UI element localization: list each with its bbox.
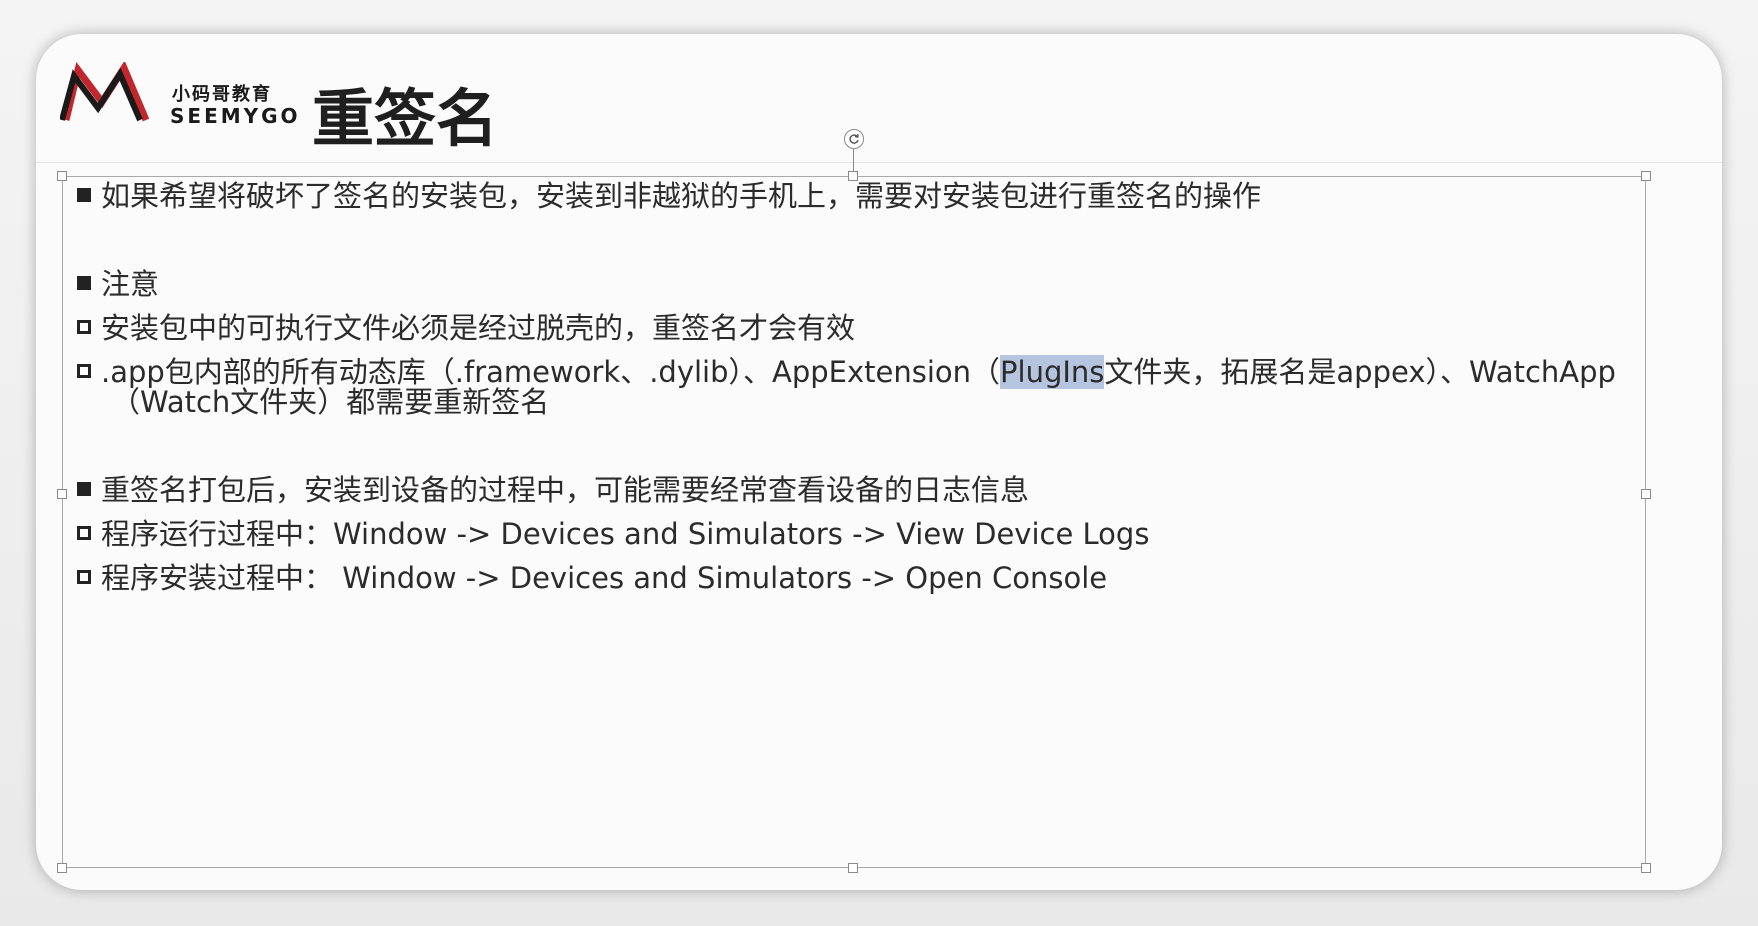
- hollow-square-bullet-icon: [77, 320, 91, 334]
- sub-bullet-text: 文件夹，拓展名是appex）、WatchApp: [1104, 355, 1616, 389]
- sub-bullet-item: 安装包中的可执行文件必须是经过脱壳的，重签名才会有效: [77, 311, 856, 345]
- bullet-item: 重签名打包后，安装到设备的过程中，可能需要经常查看设备的日志信息: [77, 473, 1030, 507]
- sub-bullet-text: 程序运行过程中：Window -> Devices and Simulators…: [101, 517, 1150, 551]
- resize-handle-bottom[interactable]: [848, 863, 858, 873]
- bullet-text: 重签名打包后，安装到设备的过程中，可能需要经常查看设备的日志信息: [101, 473, 1030, 507]
- slide: 小码哥教育 SEEMYGO 重签名 如果希望将破坏了签名的安装包，安装到非越狱的…: [36, 34, 1722, 890]
- slide-title: 重签名: [312, 82, 499, 155]
- selected-text-highlight[interactable]: PlugIns: [1000, 355, 1105, 389]
- filled-square-bullet-icon: [77, 188, 91, 202]
- hollow-square-bullet-icon: [77, 526, 91, 540]
- resize-handle-right[interactable]: [1641, 489, 1651, 499]
- resize-handle-bottom-right[interactable]: [1641, 863, 1651, 873]
- title-divider: [36, 162, 1722, 163]
- logo-mark-icon: [60, 62, 150, 122]
- bullet-item: 如果希望将破坏了签名的安装包，安装到非越狱的手机上，需要对安装包进行重签名的操作: [77, 179, 1262, 213]
- rotate-handle-icon[interactable]: [844, 129, 864, 149]
- filled-square-bullet-icon: [77, 276, 91, 290]
- sub-bullet-item: 程序运行过程中：Window -> Devices and Simulators…: [77, 517, 1150, 551]
- bullet-text: 注意: [101, 267, 160, 301]
- logo-chinese-text: 小码哥教育: [172, 84, 272, 105]
- sub-bullet-text: .app包内部的所有动态库（.framework、.dylib）、AppExte…: [101, 355, 1001, 389]
- hollow-square-bullet-icon: [77, 364, 91, 378]
- resize-handle-left[interactable]: [57, 489, 67, 499]
- bullet-item: 注意: [77, 267, 160, 301]
- resize-handle-top-left[interactable]: [57, 171, 67, 181]
- sub-bullet-text: 安装包中的可执行文件必须是经过脱壳的，重签名才会有效: [101, 311, 856, 345]
- sub-bullet-item: 程序安装过程中： Window -> Devices and Simulator…: [77, 561, 1108, 595]
- bullet-text: 如果希望将破坏了签名的安装包，安装到非越狱的手机上，需要对安装包进行重签名的操作: [101, 179, 1262, 213]
- text-box-selection[interactable]: 如果希望将破坏了签名的安装包，安装到非越狱的手机上，需要对安装包进行重签名的操作…: [57, 129, 1651, 873]
- resize-handle-top-right[interactable]: [1641, 171, 1651, 181]
- logo-english-text: SEEMYGO: [170, 104, 301, 128]
- seemygo-logo: 小码哥教育 SEEMYGO: [60, 62, 298, 142]
- sub-bullet-continuation: （Watch文件夹）都需要重新签名: [111, 385, 550, 419]
- filled-square-bullet-icon: [77, 482, 91, 496]
- hollow-square-bullet-icon: [77, 570, 91, 584]
- resize-handle-bottom-left[interactable]: [57, 863, 67, 873]
- sub-bullet-text: 程序安装过程中： Window -> Devices and Simulator…: [101, 561, 1108, 595]
